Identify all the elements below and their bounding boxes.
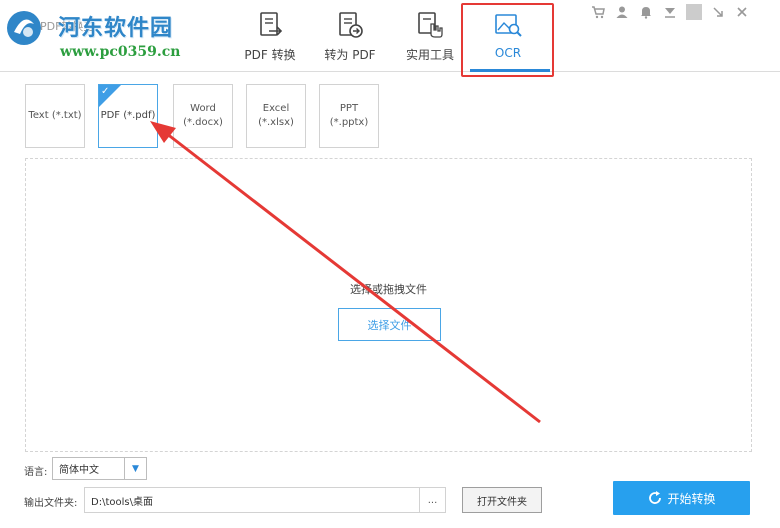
tab-to-pdf[interactable]: 转为 PDF	[320, 6, 380, 68]
tab-tools[interactable]: 实用工具	[400, 6, 460, 68]
format-label: PDF (*.pdf)	[100, 110, 156, 121]
check-icon: ✓	[101, 86, 110, 97]
minimize-icon[interactable]	[710, 4, 726, 20]
tools-icon	[418, 12, 443, 38]
format-label: PPT (*.pptx)	[329, 103, 369, 128]
site-url-watermark: www.pc0359.cn	[60, 44, 181, 60]
app-logo-icon	[7, 11, 41, 45]
close-icon[interactable]	[734, 4, 750, 20]
tab-label: 转为 PDF	[324, 48, 376, 62]
format-card-word[interactable]: Word (*.docx)	[173, 84, 233, 148]
separator	[686, 4, 702, 20]
tab-label: PDF 转换	[244, 48, 296, 62]
format-label: Excel (*.xlsx)	[258, 103, 294, 128]
language-value: 简体中文	[59, 465, 99, 476]
tab-label: 实用工具	[405, 48, 454, 62]
format-card-ppt[interactable]: PPT (*.pptx)	[319, 84, 379, 148]
cart-icon[interactable]	[590, 4, 606, 20]
language-label: 语言:	[24, 467, 48, 478]
format-label-line1: Word	[190, 103, 216, 114]
browse-button[interactable]: ...	[420, 487, 446, 513]
choose-file-button[interactable]: 选择文件	[338, 308, 441, 341]
to-pdf-icon	[339, 12, 363, 38]
window-controls	[590, 4, 750, 20]
start-convert-button[interactable]: 开始转换	[613, 481, 750, 515]
user-icon[interactable]	[614, 4, 630, 20]
output-folder-input[interactable]: D:\tools\桌面	[84, 487, 420, 513]
format-label-line2: (*.docx)	[183, 117, 223, 128]
bell-icon[interactable]	[638, 4, 654, 20]
start-convert-label: 开始转换	[667, 491, 716, 506]
ocr-annotation-box	[461, 3, 554, 77]
chevron-down-icon[interactable]: ▼	[124, 458, 146, 479]
refresh-icon	[649, 491, 662, 504]
output-folder-label: 输出文件夹:	[24, 498, 78, 509]
pdf-convert-icon	[260, 12, 283, 36]
top-toolbar: PDF转换王 河东软件园 www.pc0359.cn PDF 转换 转为 PDF…	[0, 0, 780, 77]
format-card-pdf[interactable]: ✓ PDF (*.pdf)	[98, 84, 158, 148]
tab-pdf-convert[interactable]: PDF 转换	[240, 6, 300, 68]
format-label: Text (*.txt)	[28, 110, 82, 121]
language-select[interactable]: 简体中文 ▼	[52, 457, 147, 480]
drop-hint: 选择或拖拽文件	[350, 283, 427, 296]
brand-watermark: 河东软件园	[58, 16, 174, 41]
open-folder-button[interactable]: 打开文件夹	[462, 487, 542, 513]
format-card-text[interactable]: Text (*.txt)	[25, 84, 85, 148]
format-label: Word (*.docx)	[183, 102, 223, 130]
file-drop-area[interactable]: 选择或拖拽文件 选择文件	[25, 158, 752, 452]
format-card-excel[interactable]: Excel (*.xlsx)	[246, 84, 306, 148]
dropdown-icon[interactable]	[662, 4, 678, 20]
